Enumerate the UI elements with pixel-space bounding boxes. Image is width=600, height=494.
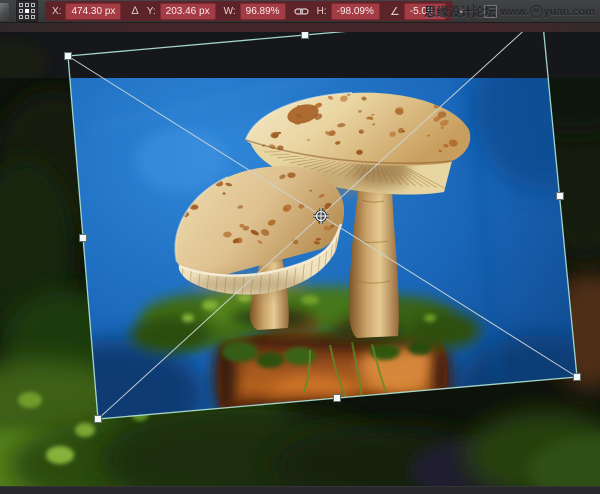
x-value-field[interactable]: 474.30 px <box>65 3 121 20</box>
link-dimensions-icon[interactable] <box>294 7 309 16</box>
handle-bottom-center[interactable] <box>334 395 341 402</box>
handle-top-left[interactable] <box>65 53 72 60</box>
handle-top-center[interactable] <box>302 32 309 39</box>
relative-position-delta-icon[interactable]: Δ <box>131 5 138 17</box>
document-canvas[interactable] <box>0 0 600 494</box>
handle-bottom-left[interactable] <box>95 416 102 423</box>
refpoint-cell[interactable] <box>19 3 23 7</box>
toolbar-red-underline <box>0 23 600 32</box>
refpoint-cell[interactable] <box>25 15 29 19</box>
handle-right-center[interactable] <box>557 193 564 200</box>
watermark-url-suffix: yuan.com <box>544 6 595 18</box>
refpoint-cell[interactable] <box>25 3 29 7</box>
y-value-field[interactable]: 203.46 px <box>160 3 216 20</box>
x-label: X: <box>52 6 61 17</box>
refpoint-cell[interactable] <box>31 9 35 13</box>
rotation-angle-icon: ∠ <box>390 5 400 18</box>
watermark-url: www. M yuan.com <box>500 5 595 18</box>
refpoint-cell[interactable] <box>31 3 35 7</box>
watermark-url-prefix: www. <box>500 6 528 18</box>
refpoint-cell-center[interactable] <box>25 9 29 13</box>
w-value-field[interactable]: 96.89% <box>240 3 286 20</box>
transform-values-group: X: 474.30 px Δ Y: 203.46 px W: 96.89% H:… <box>45 1 453 21</box>
refpoint-cell[interactable] <box>19 9 23 13</box>
watermark-logo-icon: M <box>530 5 543 18</box>
tool-icon-fragment <box>0 3 9 21</box>
w-label: W: <box>224 6 236 17</box>
handle-bottom-right[interactable] <box>574 374 581 381</box>
watermark-forum-name: 思缘设计论坛 <box>424 3 496 20</box>
handle-left-center[interactable] <box>80 235 87 242</box>
h-value-field[interactable]: -98.09% <box>331 3 380 20</box>
refpoint-cell[interactable] <box>31 15 35 19</box>
transform-options-bar: X: 474.30 px Δ Y: 203.46 px W: 96.89% H:… <box>0 0 600 23</box>
watermark: 思缘设计论坛 www. M yuan.com <box>424 3 595 20</box>
window-bottom-strip <box>0 486 600 494</box>
refpoint-cell[interactable] <box>19 15 23 19</box>
photoshop-window: X: 474.30 px Δ Y: 203.46 px W: 96.89% H:… <box>0 0 600 494</box>
y-label: Y: <box>147 6 156 17</box>
h-label: H: <box>317 6 327 17</box>
reference-point-locator[interactable] <box>16 0 38 22</box>
